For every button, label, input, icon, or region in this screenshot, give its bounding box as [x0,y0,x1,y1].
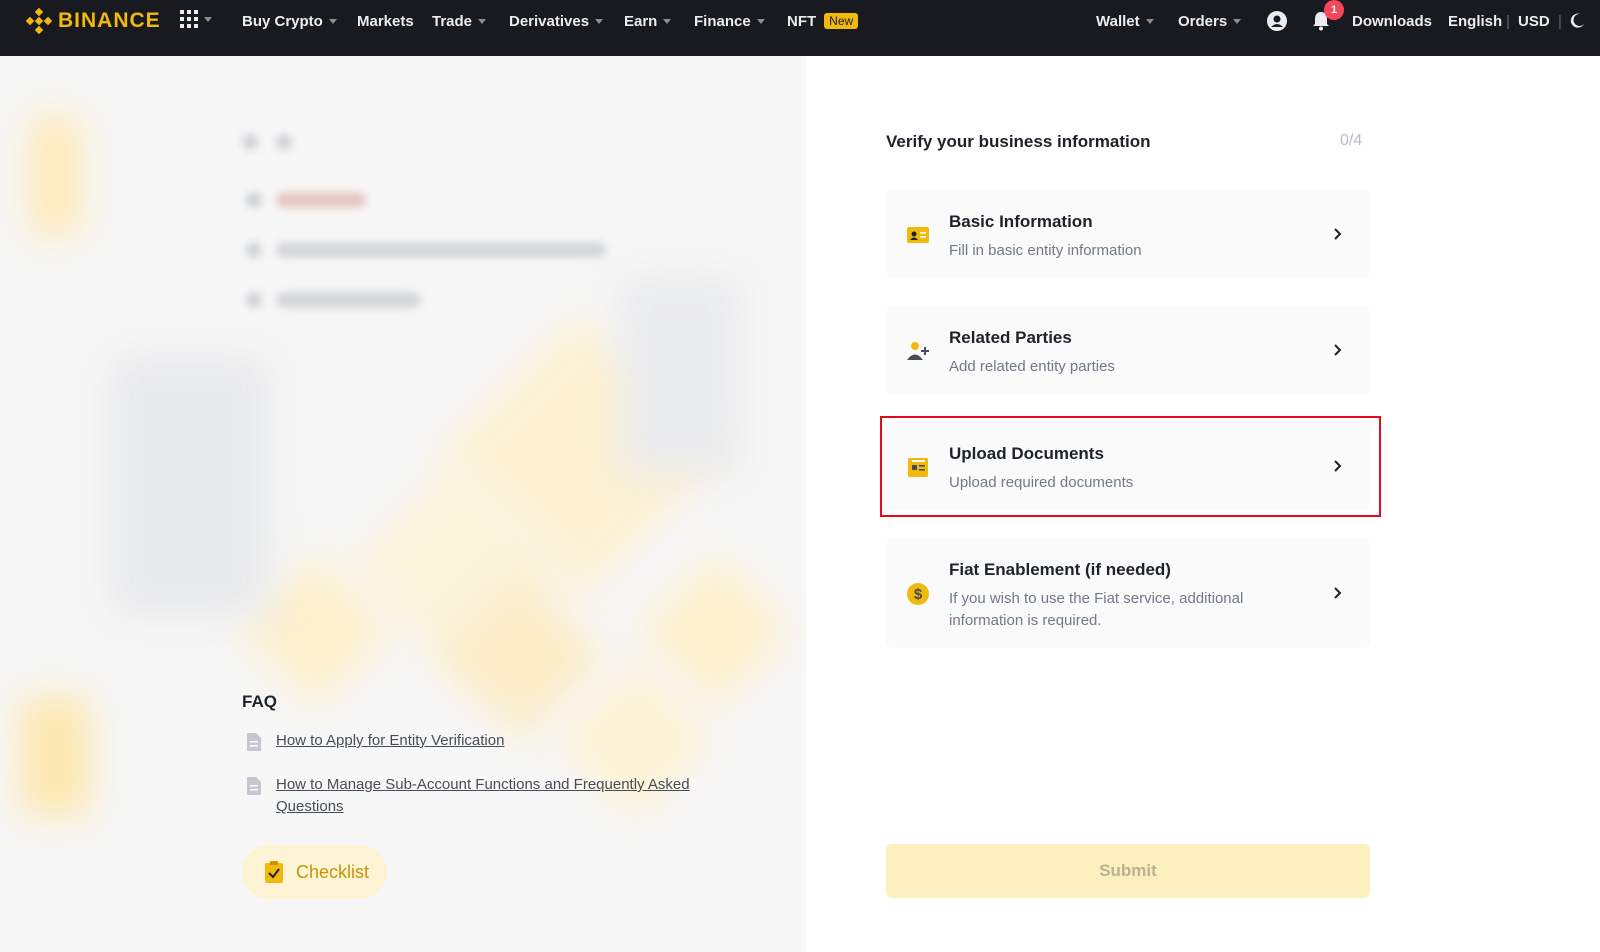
chevron-down-icon [478,19,487,24]
chevron-right-icon [1334,228,1342,240]
nav-nft[interactable]: NFT New [787,0,859,42]
nav-finance[interactable]: Finance [694,0,765,42]
card-title: Related Parties [949,328,1072,347]
language-selector[interactable]: English [1448,0,1502,42]
blurred-text [276,242,606,258]
apps-menu-button[interactable] [180,10,212,28]
add-person-icon [907,342,929,360]
nav-markets-label: Markets [357,12,414,30]
notification-count-badge: 1 [1324,0,1344,20]
chevron-down-icon [1233,19,1242,24]
chevron-down-icon [1145,19,1154,24]
checklist-button[interactable]: Checklist [242,845,387,899]
submit-button[interactable]: Submit [886,844,1370,898]
language-label: English [1448,12,1503,30]
card-subtitle: Add related entity parties [949,358,1115,375]
card-fiat-enablement[interactable]: $ Fiat Enablement (if needed) If you wis… [886,538,1370,648]
dollar-coin-icon: $ [907,583,929,605]
faq-item[interactable]: How to Manage Sub-Account Functions and … [246,774,716,818]
faq-link-sub-account[interactable]: How to Manage Sub-Account Functions and … [276,774,716,818]
card-basic-information[interactable]: Basic Information Fill in basic entity i… [886,190,1370,278]
binance-logo[interactable]: BINANCE [26,8,161,34]
background-decoration [20,696,90,816]
nav-wallet[interactable]: Wallet [1096,0,1154,42]
moon-icon [1570,13,1584,28]
user-profile-icon [1267,11,1287,31]
nav-derivatives-label: Derivatives [509,12,590,30]
nav-separator: | [1558,12,1562,30]
blurred-icon [242,134,258,150]
card-subtitle: Fill in basic entity information [949,242,1142,259]
chevron-down-icon [595,19,604,24]
blurred-icon [246,192,262,208]
theme-toggle[interactable] [1568,0,1586,42]
card-title: Fiat Enablement (if needed) [949,560,1171,579]
faq-heading: FAQ [242,692,277,711]
faq-link-entity-verification[interactable]: How to Apply for Entity Verification [276,730,716,752]
document-icon [247,777,261,795]
chevron-down-icon [328,19,337,24]
nav-downloads-label: Downloads [1352,12,1433,30]
currency-selector[interactable]: USD [1518,0,1550,42]
clipboard-check-icon [265,861,283,883]
nav-trade[interactable]: Trade [432,0,487,42]
checklist-label: Checklist [296,861,370,882]
blurred-text [276,292,421,308]
chevron-down-icon [756,19,765,24]
nav-earn-label: Earn [624,12,658,30]
nav-separator: | [1506,12,1510,30]
nav-orders-label: Orders [1178,12,1228,30]
currency-label: USD [1518,12,1550,30]
nav-markets[interactable]: Markets [357,0,414,42]
top-navigation-bar: BINANCE Buy Crypto Markets Trade Derivat… [0,0,1600,56]
profile-button[interactable] [1266,0,1288,42]
chevron-right-icon [1334,344,1342,356]
blurred-icon [246,242,262,258]
nav-nft-label: NFT [787,12,817,30]
blurred-icon [246,292,262,308]
nav-downloads[interactable]: Downloads [1352,0,1432,42]
chevron-down-icon [204,17,212,22]
background-decoration [620,276,740,476]
background-decoration [30,116,80,236]
verify-heading: Verify your business information [886,132,1151,151]
card-related-parties[interactable]: Related Parties Add related entity parti… [886,306,1370,394]
nav-trade-label: Trade [432,12,473,30]
blurred-text [276,192,366,208]
chevron-down-icon [663,19,672,24]
binance-logo-icon [26,8,52,34]
background-decoration [110,356,270,616]
nav-wallet-label: Wallet [1096,12,1140,30]
svg-text:$: $ [914,586,923,603]
highlight-box [880,416,1381,517]
nav-earn[interactable]: Earn [624,0,672,42]
nav-derivatives[interactable]: Derivatives [509,0,604,42]
nav-buy-crypto[interactable]: Buy Crypto [242,0,337,42]
new-badge: New [824,13,859,29]
brand-name: BINANCE [58,9,161,32]
document-icon [247,733,261,751]
blurred-icon [276,134,292,150]
verify-progress: 0/4 [1340,132,1363,149]
faq-item[interactable]: How to Apply for Entity Verification [246,730,716,752]
nav-buy-crypto-label: Buy Crypto [242,12,323,30]
chevron-right-icon [1334,587,1342,599]
background-decoration [637,553,793,709]
id-card-icon [907,227,929,243]
nav-orders[interactable]: Orders [1178,0,1242,42]
card-title: Basic Information [949,212,1093,231]
card-subtitle: If you wish to use the Fiat service, add… [949,590,1244,629]
nav-finance-label: Finance [694,12,751,30]
apps-grid-icon [180,10,198,28]
